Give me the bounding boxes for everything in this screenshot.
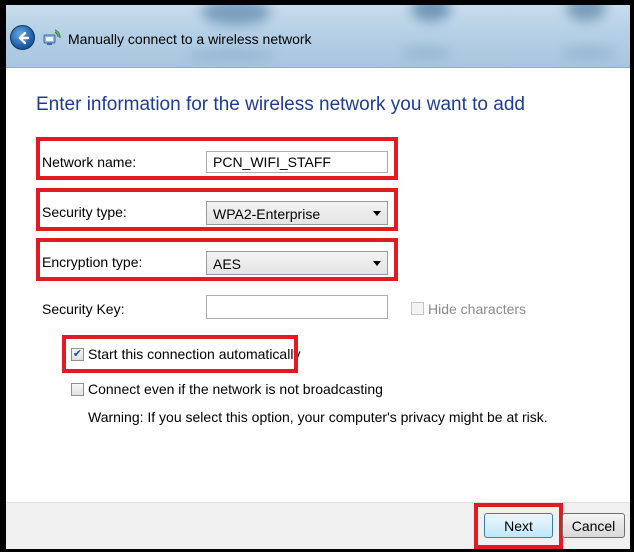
dialog-window: Manually connect to a wireless network E… <box>6 5 630 549</box>
security-type-highlight <box>36 188 398 231</box>
connect-not-broadcasting-label: Connect even if the network is not broad… <box>88 381 383 397</box>
privacy-warning: Warning: If you select this option, your… <box>88 409 548 425</box>
hide-characters-label: Hide characters <box>428 301 527 317</box>
window-title: Manually connect to a wireless network <box>68 31 312 47</box>
network-name-highlight <box>36 137 398 180</box>
blurred-background <box>186 49 276 61</box>
start-automatically-highlight <box>62 335 298 373</box>
connect-not-broadcasting-checkbox[interactable] <box>71 383 84 396</box>
blurred-background <box>561 47 616 59</box>
wireless-network-icon <box>43 29 61 45</box>
cancel-button[interactable]: Cancel <box>562 513 625 538</box>
back-button[interactable] <box>10 25 35 50</box>
blurred-background <box>566 5 606 21</box>
security-key-label: Security Key: <box>42 301 125 317</box>
security-key-input[interactable] <box>206 295 388 319</box>
encryption-type-highlight <box>36 238 398 281</box>
blurred-background <box>401 47 451 59</box>
blurred-background <box>411 5 451 21</box>
page-heading: Enter information for the wireless netwo… <box>36 94 525 115</box>
title-bar: Manually connect to a wireless network <box>6 5 630 68</box>
hide-characters-checkbox[interactable] <box>411 302 424 315</box>
blurred-background <box>201 5 271 25</box>
back-arrow-icon <box>18 31 29 44</box>
next-button-highlight <box>474 503 563 549</box>
